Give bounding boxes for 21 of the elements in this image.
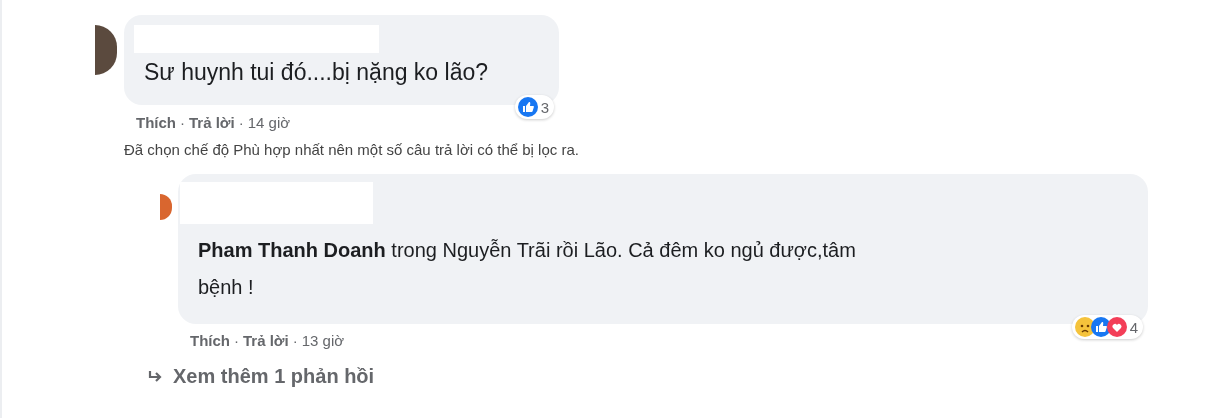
separator-dot: · <box>234 332 239 349</box>
filter-notice: Đã chọn chế độ Phù hợp nhất nên một số câu trả lời có thể bị lọc ra. <box>124 141 579 158</box>
separator-dot: · <box>238 114 244 131</box>
action-link[interactable]: Thích <box>136 114 176 131</box>
reaction-badge[interactable]: 4 <box>1071 315 1143 339</box>
action-link[interactable]: Trả lời <box>243 332 289 349</box>
timestamp: 13 giờ <box>301 332 345 349</box>
timestamp: 14 giờ <box>247 114 291 131</box>
separator-dot: · <box>292 332 298 349</box>
reply-text: Pham Thanh Doanh trong Nguyễn Trãi rồi Lão. Cả đêm ko ngủ được,tâm bệnh ! <box>198 238 857 300</box>
sad-face-icon <box>1074 317 1095 337</box>
comment-text: Sư huynh tui đó....bị nặng ko lão? <box>144 59 489 85</box>
more-replies-link[interactable]: Xem thêm 1 phản hồi <box>147 365 375 388</box>
avatar[interactable] <box>95 25 117 75</box>
action-link[interactable]: Trả lời <box>189 114 235 131</box>
reaction-badge[interactable]: 3 <box>514 95 554 119</box>
avatar[interactable] <box>160 194 172 220</box>
action-link[interactable]: Thích <box>190 332 230 349</box>
like-icon <box>517 97 538 117</box>
like-icon <box>1090 317 1111 337</box>
separator-dot: · <box>180 114 185 131</box>
